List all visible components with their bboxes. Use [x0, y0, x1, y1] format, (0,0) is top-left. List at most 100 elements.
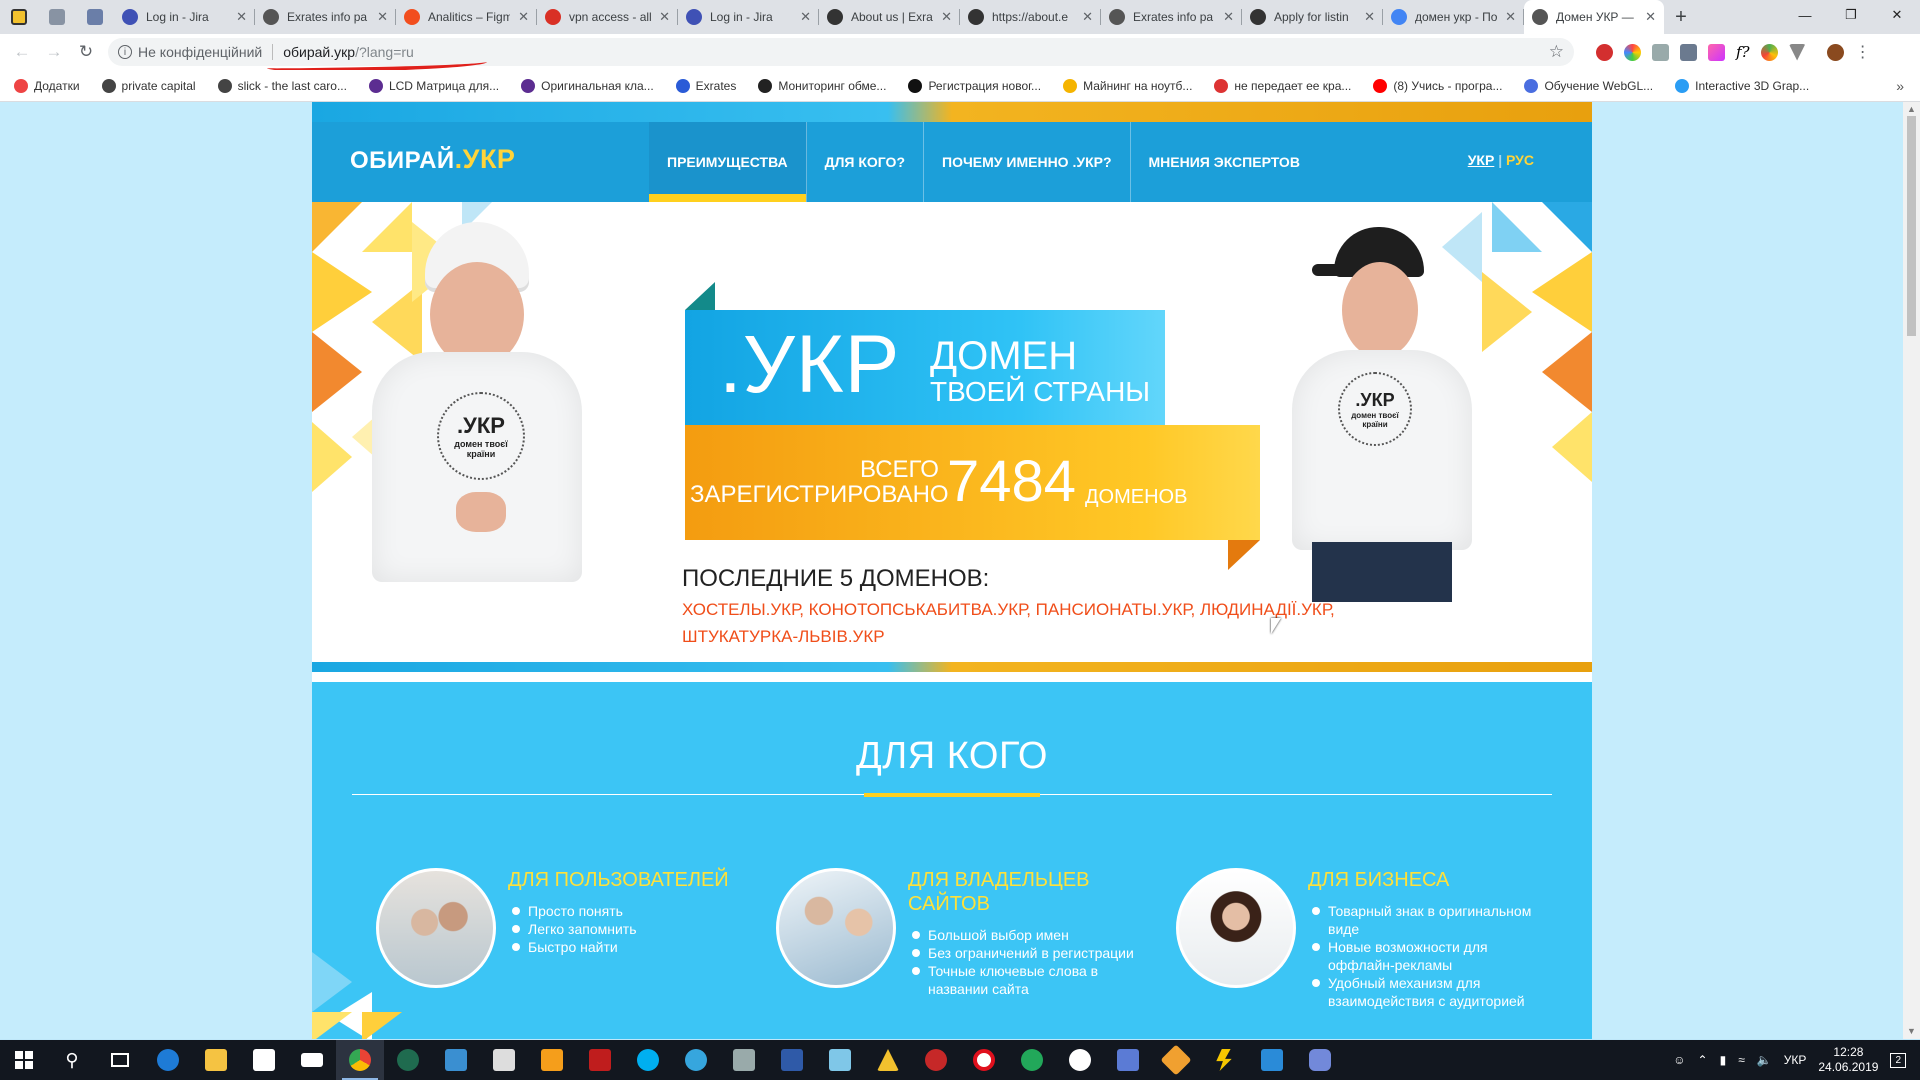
taskbar-sublime[interactable]: [528, 1040, 576, 1080]
taskbar-app[interactable]: [432, 1040, 480, 1080]
bookmark-item[interactable]: Interactive 3D Grap...: [1675, 78, 1809, 93]
lang-ukr-link[interactable]: УКР: [1468, 152, 1495, 168]
taskbar-edge[interactable]: [144, 1040, 192, 1080]
clock[interactable]: 12:28 24.06.2019: [1818, 1045, 1878, 1075]
task-view-button[interactable]: [96, 1040, 144, 1080]
back-button[interactable]: ←: [6, 42, 38, 62]
tab-close-icon[interactable]: ✕: [1082, 9, 1093, 25]
browser-tab[interactable]: https://about.e ✕: [960, 0, 1101, 34]
taskbar-app[interactable]: [1056, 1040, 1104, 1080]
tab-close-icon[interactable]: ✕: [800, 9, 811, 25]
bookmark-item[interactable]: (8) Учись - програ...: [1373, 78, 1502, 93]
taskbar-app[interactable]: [1104, 1040, 1152, 1080]
taskbar-skype[interactable]: [624, 1040, 672, 1080]
extension-icon[interactable]: [1788, 43, 1806, 61]
taskbar-calculator[interactable]: [480, 1040, 528, 1080]
person-icon[interactable]: ☺: [1673, 1053, 1685, 1067]
taskbar-chrome[interactable]: [336, 1040, 384, 1080]
lang-rus-link[interactable]: РУС: [1506, 152, 1534, 168]
start-button[interactable]: [0, 1040, 48, 1080]
bookmark-item[interactable]: Додатки: [14, 78, 80, 93]
tab-close-icon[interactable]: ✕: [1364, 9, 1375, 25]
close-window-button[interactable]: ✕: [1874, 0, 1920, 30]
nav-why-ukr[interactable]: ПОЧЕМУ ИМЕННО .УКР?: [924, 122, 1131, 202]
extension-icon[interactable]: [1652, 43, 1669, 61]
tab-close-icon[interactable]: ✕: [941, 9, 952, 25]
taskbar-app[interactable]: [912, 1040, 960, 1080]
new-tab-button[interactable]: +: [1664, 0, 1698, 34]
volume-icon[interactable]: 🔈: [1757, 1053, 1772, 1067]
tab-close-icon[interactable]: ✕: [1645, 9, 1656, 25]
bookmark-item[interactable]: Мониторинг обме...: [758, 78, 886, 93]
browser-tab[interactable]: Apply for listin ✕: [1242, 0, 1383, 34]
bookmark-item[interactable]: LCD Матрица для...: [368, 78, 499, 93]
taskbar-filezilla[interactable]: [576, 1040, 624, 1080]
extension-icon[interactable]: [1624, 43, 1641, 61]
browser-tab[interactable]: Log in - Jira ✕: [114, 0, 255, 34]
tab-close-icon[interactable]: ✕: [1223, 9, 1234, 25]
bookmark-star-icon[interactable]: ☆: [1549, 42, 1564, 62]
browser-tab[interactable]: Exrates info pa ✕: [1101, 0, 1242, 34]
bookmark-item[interactable]: не передает ее кра...: [1214, 78, 1351, 93]
taskbar-app[interactable]: [1008, 1040, 1056, 1080]
scrollbar-thumb[interactable]: [1907, 116, 1916, 336]
page-scrollbar[interactable]: ▲ ▼: [1903, 102, 1920, 1039]
nav-expert-opinions[interactable]: МНЕНИЯ ЭКСПЕРТОВ: [1131, 122, 1318, 202]
notifications-icon[interactable]: 2: [1890, 1052, 1906, 1068]
extension-icon[interactable]: [1760, 43, 1778, 61]
extension-icon[interactable]: [1680, 43, 1697, 61]
tab-close-icon[interactable]: ✕: [377, 9, 388, 25]
taskbar-telegram[interactable]: [672, 1040, 720, 1080]
menu-icon[interactable]: ⋮: [1855, 42, 1871, 62]
profile-avatar[interactable]: [1826, 43, 1844, 61]
taskbar-app[interactable]: [1200, 1040, 1248, 1080]
bookmark-item[interactable]: private capital: [101, 78, 196, 93]
info-icon[interactable]: i: [118, 45, 132, 59]
extension-icon[interactable]: [1708, 43, 1725, 61]
tab-close-icon[interactable]: ✕: [236, 9, 247, 25]
taskbar-powershell[interactable]: [768, 1040, 816, 1080]
tab-close-icon[interactable]: ✕: [518, 9, 529, 25]
taskbar-mail[interactable]: [288, 1040, 336, 1080]
bookmark-item[interactable]: Майнинг на ноутб...: [1063, 78, 1192, 93]
taskbar-git[interactable]: [1152, 1040, 1200, 1080]
more-bookmarks-icon[interactable]: »: [1896, 78, 1904, 94]
taskbar-app[interactable]: [864, 1040, 912, 1080]
nav-advantages[interactable]: ПРЕИМУЩЕСТВА: [649, 122, 807, 202]
browser-tab[interactable]: vpn access - all ✕: [537, 0, 678, 34]
bookmark-item[interactable]: Регистрация новог...: [908, 78, 1041, 93]
taskbar-app[interactable]: [720, 1040, 768, 1080]
bookmark-item[interactable]: Оригинальная кла...: [521, 78, 654, 93]
minimize-button[interactable]: —: [1782, 0, 1828, 30]
bookmark-item[interactable]: Обучение WebGL...: [1524, 78, 1653, 93]
taskbar-discord[interactable]: [1296, 1040, 1344, 1080]
browser-tab[interactable]: Analitics – Figm ✕: [396, 0, 537, 34]
tab-close-icon[interactable]: ✕: [659, 9, 670, 25]
maximize-button[interactable]: ❐: [1828, 0, 1874, 30]
browser-tab[interactable]: Exrates info pa ✕: [255, 0, 396, 34]
bookmark-item[interactable]: Exrates: [675, 78, 736, 93]
pinned-tab[interactable]: [38, 0, 76, 34]
forward-button[interactable]: →: [38, 42, 70, 62]
site-logo[interactable]: ОБИРАЙ.УКР: [350, 144, 515, 175]
reload-button[interactable]: ↻: [70, 42, 102, 62]
taskbar-opera[interactable]: [960, 1040, 1008, 1080]
taskbar-app[interactable]: [816, 1040, 864, 1080]
battery-icon[interactable]: ▮: [1720, 1053, 1727, 1067]
function-extension-icon[interactable]: f?: [1736, 43, 1750, 61]
extension-icon[interactable]: [1596, 43, 1613, 61]
browser-tab[interactable]: Log in - Jira ✕: [678, 0, 819, 34]
browser-tab[interactable]: Домен УКР — ✕: [1524, 0, 1664, 34]
bookmark-item[interactable]: slick - the last caro...: [217, 78, 347, 93]
taskbar-explorer[interactable]: [192, 1040, 240, 1080]
last-domains-list[interactable]: ХОСТЕЛЫ.УКР, КОНОТОПСЬКАБИТВА.УКР, ПАНСИ…: [682, 596, 1342, 650]
input-language[interactable]: УКР: [1784, 1053, 1807, 1067]
pinned-tab[interactable]: [0, 0, 38, 34]
tray-expand-icon[interactable]: ⌃: [1698, 1053, 1708, 1067]
taskbar-vscode[interactable]: [1248, 1040, 1296, 1080]
browser-tab[interactable]: домен укр - По ✕: [1383, 0, 1524, 34]
search-button[interactable]: ⚲: [48, 1040, 96, 1080]
browser-tab[interactable]: About us | Exra ✕: [819, 0, 960, 34]
wifi-icon[interactable]: ≈: [1738, 1053, 1745, 1067]
tab-close-icon[interactable]: ✕: [1505, 9, 1516, 25]
